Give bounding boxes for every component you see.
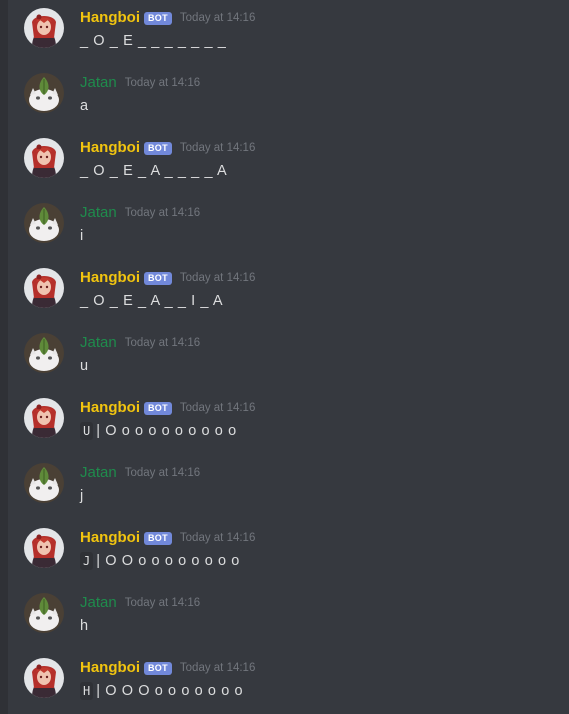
hangboi-avatar-icon[interactable]	[24, 138, 64, 178]
message-header: Jatan Today at 14:16	[80, 592, 200, 614]
username[interactable]: Jatan	[80, 463, 117, 483]
username[interactable]: Jatan	[80, 203, 117, 223]
message-content: h	[80, 616, 89, 636]
username[interactable]: Hangboi	[80, 8, 140, 28]
username[interactable]: Jatan	[80, 593, 117, 613]
hangboi-avatar-icon[interactable]	[24, 8, 64, 48]
username[interactable]: Hangboi	[80, 268, 140, 288]
message-content: j	[80, 486, 84, 506]
jatan-avatar-icon[interactable]	[24, 593, 64, 633]
message-content: _ O _ E _ A _ _ _ _ A	[80, 161, 227, 181]
message-item: Jatan Today at 14:16 a	[8, 65, 569, 129]
message-text: | O O O o o o o o o o	[96, 683, 244, 699]
message-text: h	[80, 618, 89, 634]
username[interactable]: Jatan	[80, 73, 117, 93]
hangboi-avatar-icon[interactable]	[24, 398, 64, 438]
username[interactable]: Hangboi	[80, 658, 140, 678]
bot-badge: BOT	[144, 531, 172, 545]
jatan-avatar-icon[interactable]	[24, 203, 64, 243]
message-item: Jatan Today at 14:16 u	[8, 325, 569, 389]
username[interactable]: Hangboi	[80, 398, 140, 418]
message-header: Hangboi BOT Today at 14:16	[80, 7, 255, 29]
username[interactable]: Hangboi	[80, 528, 140, 548]
message-content: u	[80, 356, 89, 376]
message-content: H | O O O o o o o o o o	[80, 681, 243, 701]
message-content: a	[80, 96, 89, 116]
bot-badge: BOT	[144, 401, 172, 415]
message-list: Hangboi BOT Today at 14:16 _ O _ E _ _ _…	[8, 0, 569, 714]
bot-badge: BOT	[144, 11, 172, 25]
message-header: Hangboi BOT Today at 14:16	[80, 397, 255, 419]
message-item: Jatan Today at 14:16 h	[8, 585, 569, 649]
timestamp[interactable]: Today at 14:16	[125, 335, 200, 351]
message-content: U | O o o o o o o o o o	[80, 421, 237, 441]
timestamp[interactable]: Today at 14:16	[125, 595, 200, 611]
message-content: _ O _ E _ A _ _ I _ A	[80, 291, 223, 311]
message-content: i	[80, 226, 84, 246]
channel-edge	[0, 0, 8, 714]
message-item: Jatan Today at 14:16 j	[8, 455, 569, 519]
timestamp[interactable]: Today at 14:16	[180, 10, 255, 26]
message-text: u	[80, 358, 89, 374]
message-text: j	[80, 488, 84, 504]
message-header: Hangboi BOT Today at 14:16	[80, 527, 255, 549]
message-text: _ O _ E _ _ _ _ _ _ _	[80, 33, 227, 49]
message-header: Hangboi BOT Today at 14:16	[80, 657, 255, 679]
message-header: Jatan Today at 14:16	[80, 462, 200, 484]
message-content: _ O _ E _ _ _ _ _ _ _	[80, 31, 226, 51]
message-item: Hangboi BOT Today at 14:16 _ O _ E _ A _…	[8, 260, 569, 324]
message-item: Hangboi BOT Today at 14:16 _ O _ E _ A _…	[8, 130, 569, 194]
inline-code: H	[80, 682, 94, 700]
jatan-avatar-icon[interactable]	[24, 463, 64, 503]
username[interactable]: Hangboi	[80, 138, 140, 158]
message-header: Jatan Today at 14:16	[80, 72, 200, 94]
message-item: Hangboi BOT Today at 14:16 H | O O O o o …	[8, 650, 569, 714]
message-text: | O O o o o o o o o o	[96, 553, 240, 569]
timestamp[interactable]: Today at 14:16	[125, 75, 200, 91]
message-item: Jatan Today at 14:16 i	[8, 195, 569, 259]
timestamp[interactable]: Today at 14:16	[180, 270, 255, 286]
bot-badge: BOT	[144, 271, 172, 285]
message-header: Hangboi BOT Today at 14:16	[80, 267, 255, 289]
message-text: i	[80, 228, 84, 244]
message-item: Hangboi BOT Today at 14:16 U | O o o o o …	[8, 390, 569, 454]
hangboi-avatar-icon[interactable]	[24, 268, 64, 308]
message-content: J | O O o o o o o o o o	[80, 551, 240, 571]
hangboi-avatar-icon[interactable]	[24, 658, 64, 698]
message-text: | O o o o o o o o o o	[96, 423, 237, 439]
message-text: _ O _ E _ A _ _ _ _ A	[80, 163, 228, 179]
inline-code: J	[80, 552, 94, 570]
inline-code: U	[80, 422, 94, 440]
message-item: Hangboi BOT Today at 14:16 J | O O o o o …	[8, 520, 569, 584]
message-item: Hangboi BOT Today at 14:16 _ O _ E _ _ _…	[8, 0, 569, 64]
timestamp[interactable]: Today at 14:16	[180, 400, 255, 416]
bot-badge: BOT	[144, 661, 172, 675]
message-text: _ O _ E _ A _ _ I _ A	[80, 293, 224, 309]
username[interactable]: Jatan	[80, 333, 117, 353]
hangboi-avatar-icon[interactable]	[24, 528, 64, 568]
timestamp[interactable]: Today at 14:16	[125, 465, 200, 481]
message-header: Jatan Today at 14:16	[80, 332, 200, 354]
message-text: a	[80, 98, 89, 114]
message-header: Hangboi BOT Today at 14:16	[80, 137, 255, 159]
timestamp[interactable]: Today at 14:16	[180, 530, 255, 546]
jatan-avatar-icon[interactable]	[24, 73, 64, 113]
timestamp[interactable]: Today at 14:16	[180, 140, 255, 156]
jatan-avatar-icon[interactable]	[24, 333, 64, 373]
timestamp[interactable]: Today at 14:16	[125, 205, 200, 221]
message-header: Jatan Today at 14:16	[80, 202, 200, 224]
bot-badge: BOT	[144, 141, 172, 155]
timestamp[interactable]: Today at 14:16	[180, 660, 255, 676]
